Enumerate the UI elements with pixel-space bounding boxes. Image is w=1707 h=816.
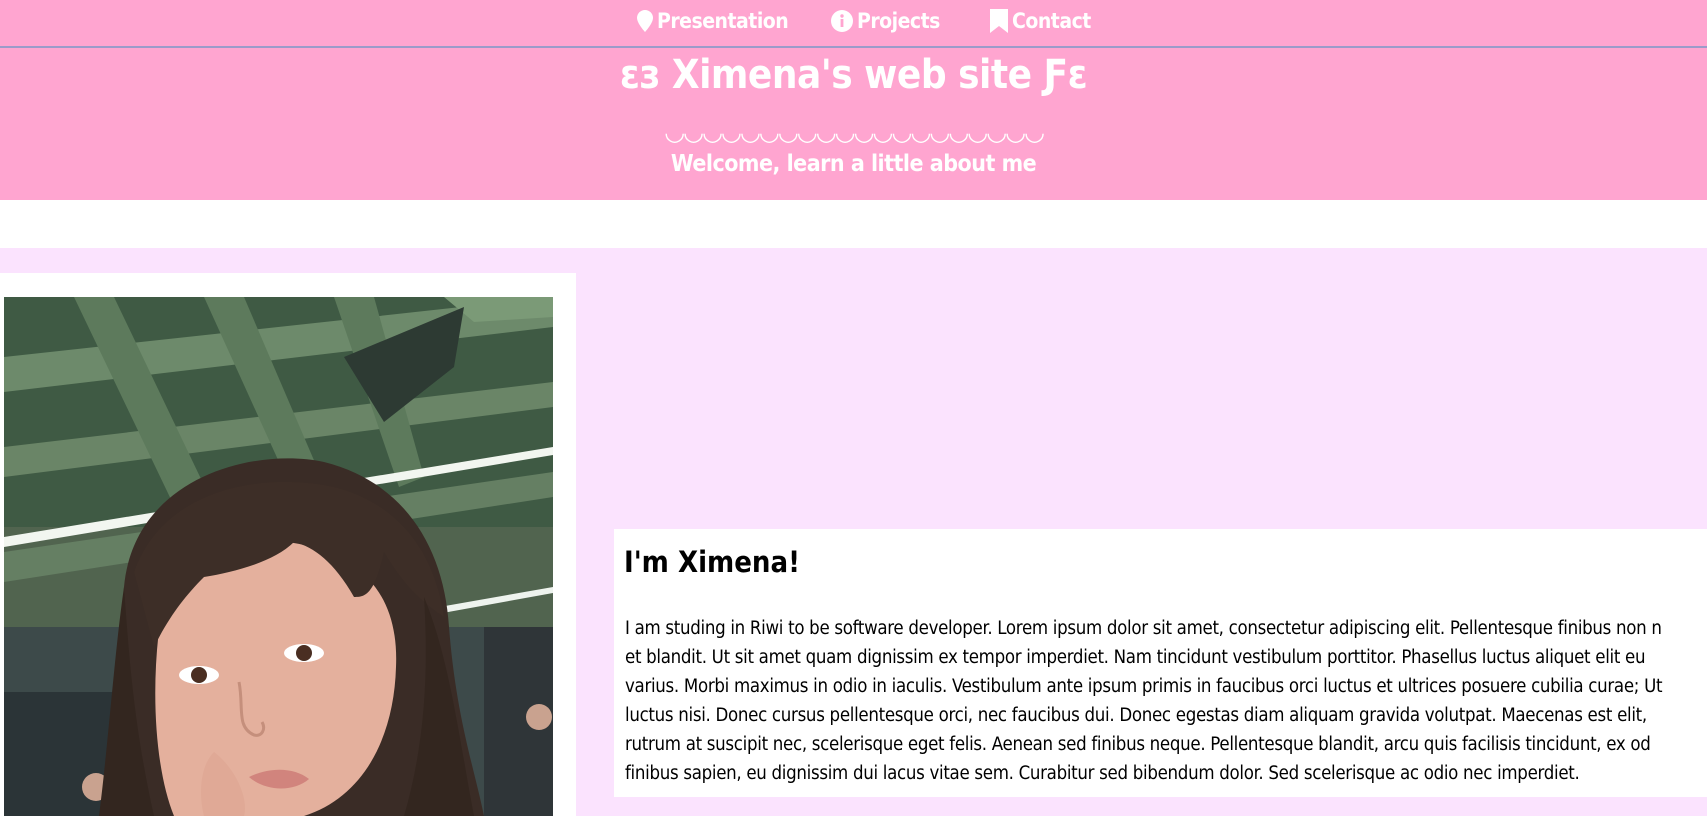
nav-link-contact[interactable]: Contact	[990, 9, 1091, 33]
nav-label-projects: Projects	[857, 9, 940, 33]
bio-line: I am studing in Riwi to be software deve…	[625, 618, 1662, 639]
info-circle-icon	[831, 10, 853, 32]
bio-line: et blandit. Ut sit amet quam dignissim e…	[625, 647, 1646, 668]
profile-photo	[4, 297, 553, 816]
bio-heading: I'm Ximena!	[624, 545, 800, 579]
top-nav: Presentation Projects Contact	[0, 0, 1707, 48]
decorative-divider: ◡◡◡◡◡◡◡◡◡◡◡◡◡◡◡◡◡◡◡◡	[664, 118, 1045, 146]
bookmark-icon	[990, 9, 1008, 33]
nav-link-presentation[interactable]: Presentation	[637, 9, 789, 33]
bio-line: rutrum at suscipit nec, scelerisque eget…	[625, 734, 1651, 755]
map-marker-icon	[637, 10, 653, 32]
nav-label-presentation: Presentation	[657, 9, 789, 33]
bio-paragraph: I am studing in Riwi to be software deve…	[625, 614, 1707, 794]
welcome-subtitle: Welcome, learn a little about me	[670, 151, 1037, 177]
bio-line: luctus nisi. Donec cursus pellentesque o…	[625, 705, 1647, 726]
bio-line: finibus sapien, eu dignissim dui lacus v…	[625, 763, 1580, 784]
site-title: εз Ximena's web site Ƒε	[619, 52, 1088, 98]
nav-label-contact: Contact	[1012, 9, 1091, 33]
nav-link-projects[interactable]: Projects	[831, 9, 940, 33]
bio-line: varius. Morbi maximus in odio in iaculis…	[625, 676, 1663, 697]
